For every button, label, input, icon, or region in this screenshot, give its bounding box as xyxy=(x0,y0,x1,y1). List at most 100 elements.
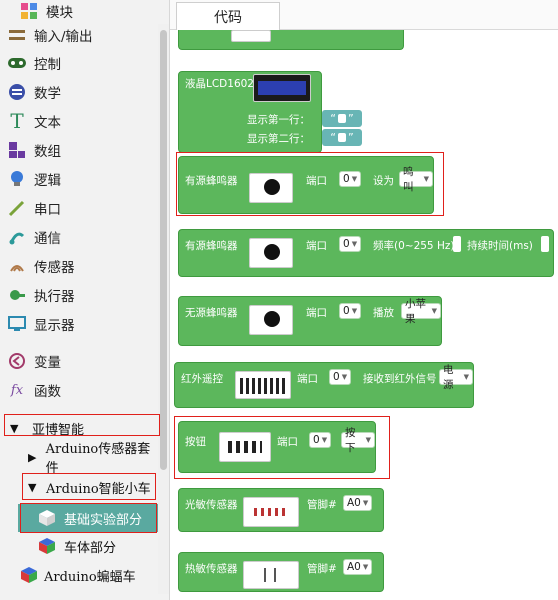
light-sensor-image xyxy=(243,497,299,527)
line2-label: 显示第二行： xyxy=(247,133,310,145)
category-variable[interactable]: 变量 xyxy=(0,347,160,375)
category-label: 显示器 xyxy=(34,318,75,334)
pin-value: A0 xyxy=(347,497,361,509)
lcd-image xyxy=(253,74,311,102)
state-dropdown[interactable]: 鸣叫 ▼ xyxy=(399,166,433,193)
port-dropdown[interactable]: 0 ▼ xyxy=(339,236,362,252)
tree-label: 亚博智能 xyxy=(32,422,85,438)
category-io[interactable]: 输入/输出 xyxy=(0,21,160,49)
category-comm[interactable]: 通信 xyxy=(0,223,160,251)
category-display[interactable]: 显示器 xyxy=(0,310,160,338)
pin-dropdown[interactable]: A0 ▼ xyxy=(343,495,373,511)
bulb-icon xyxy=(6,168,28,190)
tree-item-car-body[interactable]: 车体部分 xyxy=(0,533,160,559)
light-sensor-block[interactable]: 光敏传感器 管脚# A0 ▼ xyxy=(178,488,384,532)
dropdown-arrow-icon: ▼ xyxy=(362,499,369,507)
port-dropdown[interactable]: 0 ▼ xyxy=(329,369,352,385)
pin-dropdown[interactable]: A0 ▼ xyxy=(343,559,373,575)
buzzer-image xyxy=(249,173,293,203)
block-title: 液晶LCD1602 xyxy=(185,78,254,90)
block-workspace[interactable]: 代码 液晶LCD1602 显示第一行： 显示第二行： “” “” 有源蜂鸣器 端… xyxy=(170,0,558,600)
variable-icon xyxy=(6,350,28,372)
tab-label: 代码 xyxy=(214,9,242,26)
category-array[interactable]: 数组 xyxy=(0,136,160,164)
tree-item-sensor-kit[interactable]: ▶ Arduino传感器套件 xyxy=(0,442,160,476)
tree-label: 基础实验部分 xyxy=(64,512,143,528)
monitor-icon xyxy=(6,313,28,335)
port-value: 0 xyxy=(313,434,320,446)
ir-remote-block[interactable]: 红外遥控 端口 0 ▼ 接收到红外信号 电源 ▼ xyxy=(174,362,474,408)
pin-label: 管脚# xyxy=(307,563,337,575)
category-serial[interactable]: 串口 xyxy=(0,194,160,222)
port-dropdown[interactable]: 0 ▼ xyxy=(339,303,362,319)
category-label: 执行器 xyxy=(34,289,75,305)
cube-icon xyxy=(38,509,56,527)
block-title: 无源蜂鸣器 xyxy=(185,307,238,319)
tree-label: Arduino传感器套件 xyxy=(45,442,151,476)
dropdown-arrow-icon: ▼ xyxy=(423,175,429,183)
code-block-partial[interactable] xyxy=(178,30,404,50)
port-label: 端口 xyxy=(306,240,327,252)
freq-input-slot[interactable] xyxy=(453,236,461,252)
active-buzzer-tone-block[interactable]: 有源蜂鸣器 端口 0 ▼ 频率(0~255 Hz) 持续时间(ms) xyxy=(178,229,554,277)
port-label: 端口 xyxy=(306,175,327,187)
port-label: 端口 xyxy=(297,373,318,385)
play-label: 播放 xyxy=(373,307,394,319)
dropdown-arrow-icon: ▼ xyxy=(351,240,358,248)
text-input-2[interactable]: “” xyxy=(322,129,362,146)
port-dropdown[interactable]: 0 ▼ xyxy=(339,171,362,187)
category-label: 函数 xyxy=(34,384,61,400)
signal-dropdown[interactable]: 电源 ▼ xyxy=(439,364,473,391)
category-label: 传感器 xyxy=(34,260,75,276)
tree-item-basic-experiments[interactable]: 基础实验部分 xyxy=(18,504,158,532)
category-math[interactable]: 数学 xyxy=(0,78,160,106)
block-title: 按钮 xyxy=(185,436,206,448)
tree-item-bat-car[interactable]: Arduino蝙蝠车 xyxy=(0,562,160,588)
tab-code[interactable]: 代码 xyxy=(176,2,280,30)
text-icon: T xyxy=(10,109,24,133)
state-value: 鸣叫 xyxy=(403,166,414,193)
dropdown-arrow-icon: ▼ xyxy=(321,436,328,444)
duration-input-slot[interactable] xyxy=(541,236,549,252)
button-block[interactable]: 按钮 端口 0 ▼ 按下 ▼ xyxy=(178,421,376,473)
sidebar-scrollbar[interactable] xyxy=(158,24,169,594)
category-label: 串口 xyxy=(34,202,61,218)
category-logic[interactable]: 逻辑 xyxy=(0,165,160,193)
port-value: 0 xyxy=(343,238,350,250)
photoresistor-icon xyxy=(254,508,288,516)
text-input-1[interactable]: “” xyxy=(322,110,362,127)
tree-item-smart-car[interactable]: ▼ Arduino智能小车 xyxy=(0,474,160,500)
song-dropdown[interactable]: 小苹果 ▼ xyxy=(401,298,441,325)
lcd1602-block[interactable]: 液晶LCD1602 显示第一行： 显示第二行： xyxy=(178,71,322,153)
actuator-icon xyxy=(6,284,28,306)
thermal-sensor-block[interactable]: 热敏传感器 管脚# A0 ▼ xyxy=(178,552,384,592)
port-dropdown[interactable]: 0 ▼ xyxy=(309,432,332,448)
passive-buzzer-block[interactable]: 无源蜂鸣器 端口 0 ▼ 播放 小苹果 ▼ xyxy=(178,296,442,346)
active-buzzer-block[interactable]: 有源蜂鸣器 端口 0 ▼ 设为 鸣叫 ▼ xyxy=(178,156,434,214)
category-control[interactable]: 控制 xyxy=(0,49,160,77)
pin-value: A0 xyxy=(347,561,361,573)
dropdown-arrow-icon: ▼ xyxy=(365,436,371,444)
caret-down-icon: ▼ xyxy=(10,421,19,435)
category-sensor[interactable]: 传感器 xyxy=(0,252,160,280)
block-title: 光敏传感器 xyxy=(185,499,238,511)
caret-right-icon: ▶ xyxy=(28,450,37,464)
port-value: 0 xyxy=(343,173,350,185)
puzzle-icon xyxy=(18,0,40,22)
category-label: 控制 xyxy=(34,57,61,73)
state-dropdown[interactable]: 按下 ▼ xyxy=(341,427,375,454)
scroll-thumb[interactable] xyxy=(160,30,167,470)
category-actuator[interactable]: 执行器 xyxy=(0,281,160,309)
line1-label: 显示第一行： xyxy=(247,114,310,126)
toolbox-header: 模块 xyxy=(0,0,160,22)
category-function[interactable]: fx 函数 xyxy=(0,376,160,404)
tree-label: Arduino蝙蝠车 xyxy=(44,569,136,585)
category-text[interactable]: T 文本 xyxy=(0,107,160,135)
remote-icon xyxy=(240,378,286,394)
category-label: 逻辑 xyxy=(34,173,61,189)
category-label: 文本 xyxy=(34,115,61,131)
category-label: 通信 xyxy=(34,231,61,247)
block-title: 热敏传感器 xyxy=(185,563,238,575)
dropdown-arrow-icon: ▼ xyxy=(351,175,358,183)
duration-label: 持续时间(ms) xyxy=(467,240,533,252)
